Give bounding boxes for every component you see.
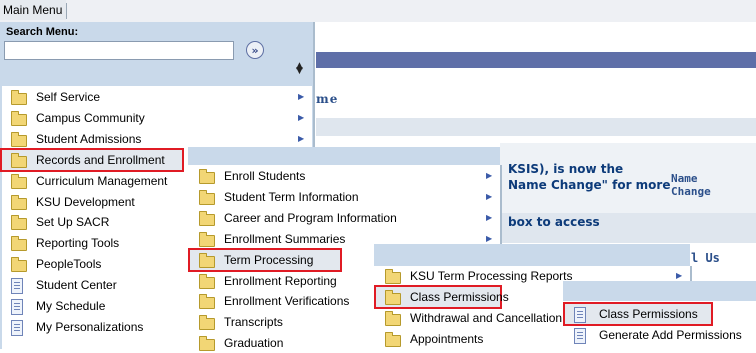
menu-level1-item[interactable]: Records and Enrollment▶ [0,147,304,172]
menu-level2-item[interactable]: Enroll Students ▶ [190,166,500,186]
menu-item-label: My Schedule [36,299,106,313]
page-col-header: Change [671,185,711,198]
document-icon [11,278,23,295]
folder-icon [199,210,215,226]
page-link-fragment[interactable]: l Us [691,251,720,265]
menu-item-label: Self Service [36,90,101,104]
folder-icon [199,189,215,205]
menu-item-label: Enrollment Verifications [224,294,350,309]
folder-icon [199,273,215,289]
menu-item-label: Transcripts [224,315,283,330]
folder-icon [199,169,215,184]
search-menu-input[interactable] [4,41,234,60]
menu-item-label: KSU Term Processing Reports [410,269,573,283]
document-icon [574,307,586,323]
menu-level4-item[interactable]: Generate Add Permissions [565,325,756,345]
folder-icon [199,336,215,352]
menu-item-label: Reporting Tools [36,236,120,251]
folder-icon [11,194,27,210]
document-icon [11,319,23,336]
menu-level3-item[interactable]: Class Permissions [374,285,509,309]
menu-item-label: Enrollment Summaries [224,231,346,246]
menu-item-label: Student Admissions [36,131,142,146]
folder-icon [199,315,215,331]
folder-icon [385,269,401,284]
menu-item-label: Student Center [36,278,117,293]
page-text-line: box to access [508,215,600,229]
page-title-fragment: me [316,92,339,106]
submenu-arrow-icon: ▶ [298,92,305,101]
folder-icon [385,290,401,305]
menu-item-label: Term Processing [224,252,314,267]
folder-icon [199,294,215,310]
menu-item-label: Records and Enrollment [36,152,165,167]
document-icon [574,328,586,344]
folder-icon [11,215,27,231]
menu-item-label: Graduation [224,336,284,351]
menu-item-label: Curriculum Management [36,173,168,188]
menu-level4-list: Class Permissions Generate Add Permission… [563,301,756,349]
submenu-records-header [188,147,500,165]
menu-item-label: Withdrawal and Cancellation [410,311,563,325]
top-bar [0,0,756,22]
main-menu-tab[interactable]: Main Menu [0,0,67,20]
folder-icon [385,332,401,347]
menu-level2-item[interactable]: Career and Program Information ▶ [190,208,500,228]
folder-icon [199,252,215,268]
submenu-arrow-icon: ▶ [486,191,493,201]
menu-item-label: Appointments [410,332,484,346]
menu-item-label: Class Permissions [599,307,698,321]
document-icon [11,299,23,315]
folder-icon [199,231,215,247]
page-header-bar [316,52,756,68]
menu-item-label: Enrollment Reporting [224,273,337,288]
submenu-term-processing-header [374,244,690,266]
menu-item-label: Generate Add Permissions [599,328,742,342]
folder-icon [11,257,27,273]
menu-item-label: Enroll Students [224,169,306,183]
menu-item-label: Campus Community [36,110,145,125]
menu-item-label: KSU Development [36,194,135,209]
menu-level1-item[interactable]: Student Admissions ▶ [2,129,312,149]
sort-up-down-icon[interactable]: ▲ ▼ [296,62,303,76]
search-menu-label: Search Menu: [6,26,79,38]
menu-item-label: Class Permissions [410,290,509,304]
menu-item-label: Career and Program Information [224,210,397,225]
submenu-arrow-icon: ▶ [486,171,493,180]
menu-level1-item[interactable]: Campus Community ▶ [2,108,312,128]
search-go-button[interactable]: » [246,41,264,59]
folder-icon [11,131,27,147]
page-text-line: Name Change" for more [508,178,671,192]
page-band [316,118,756,136]
page-col-header: Name [671,172,698,185]
submenu-class-permissions-header [563,281,756,301]
menu-item-label: Set Up SACR [36,215,110,230]
menu-level1-item[interactable]: Self Service ▶ [2,87,312,107]
folder-icon [11,152,27,168]
menu-level4-item[interactable]: Class Permissions [563,302,713,326]
menu-item-label: My Personalizations [36,319,144,334]
folder-icon [11,110,27,126]
menu-item-label: PeopleTools [36,257,102,272]
folder-icon [11,90,27,105]
submenu-arrow-icon: ▶ [486,212,493,222]
menu-level2-item[interactable]: Term Processing [188,247,342,272]
folder-icon [11,173,27,189]
submenu-arrow-icon: ▶ [298,133,305,143]
folder-icon [11,236,27,252]
menu-level2-item[interactable]: Student Term Information ▶ [190,187,500,207]
folder-icon [385,311,401,326]
page-text-line: KSIS), is now the [508,162,624,176]
menu-item-label: Student Term Information [224,189,359,204]
submenu-arrow-icon: ▶ [298,112,305,122]
